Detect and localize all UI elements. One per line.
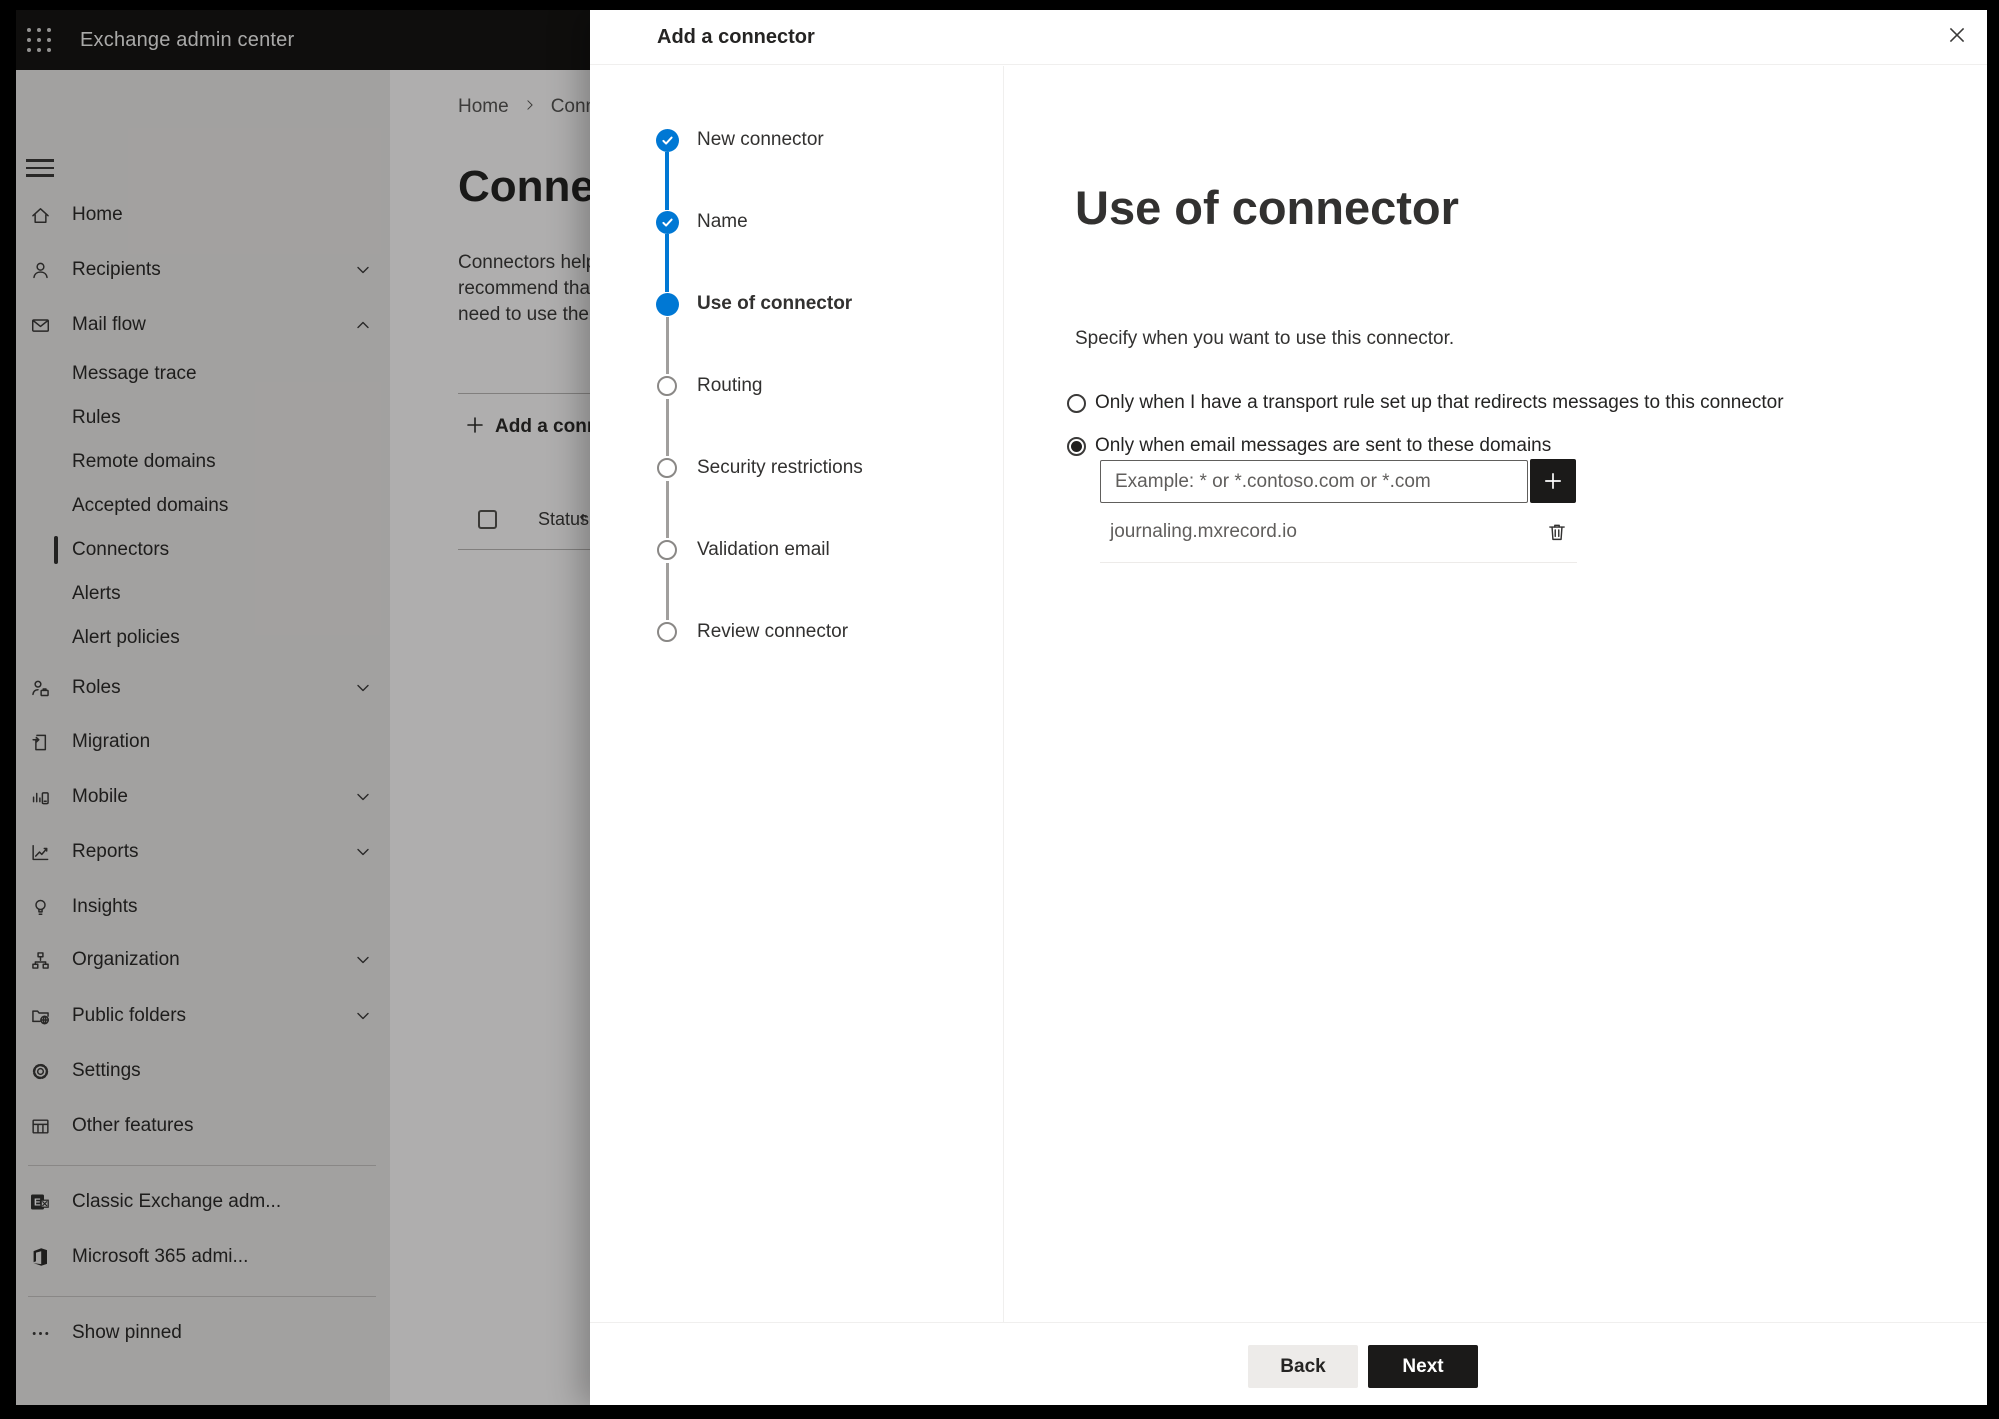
- step-connector-line: [665, 234, 669, 292]
- wizard-step-name[interactable]: Name: [590, 204, 990, 240]
- step-label: Validation email: [697, 539, 830, 560]
- step-circle-icon: [657, 540, 677, 560]
- wizard-step-review-connector[interactable]: Review connector: [590, 614, 990, 650]
- radio-label: Only when email messages are sent to the…: [1095, 435, 1552, 456]
- wizard-step-validation-email[interactable]: Validation email: [590, 532, 990, 568]
- step-label: Name: [697, 211, 748, 232]
- step-check-icon: [656, 210, 679, 234]
- step-label: Security restrictions: [697, 457, 863, 478]
- step-connector-line: [666, 399, 669, 456]
- domain-input[interactable]: [1100, 460, 1528, 503]
- radio-option-email-domains[interactable]: Only when email messages are sent to the…: [1067, 428, 1551, 464]
- wizard-step-use-of-connector[interactable]: Use of connector: [590, 286, 990, 322]
- domain-list-item: journaling.mxrecord.io: [1100, 514, 1577, 550]
- step-circle-icon: [657, 458, 677, 478]
- wizard-step-security-restrictions[interactable]: Security restrictions: [590, 450, 990, 486]
- step-connector-line: [666, 563, 669, 620]
- pane-heading: Use of connector: [1075, 181, 1459, 234]
- next-button[interactable]: Next: [1368, 1345, 1478, 1388]
- step-circle-icon: [657, 622, 677, 642]
- add-domain-button[interactable]: [1530, 459, 1576, 503]
- app-viewport: Exchange admin center Home Recipients Ma…: [16, 10, 1987, 1405]
- close-icon[interactable]: [1937, 15, 1977, 55]
- radio-label: Only when I have a transport rule set up…: [1095, 392, 1784, 413]
- trash-icon[interactable]: [1546, 521, 1568, 543]
- step-connector-line: [666, 317, 669, 374]
- step-connector-line: [666, 481, 669, 538]
- wizard-step-routing[interactable]: Routing: [590, 368, 990, 404]
- step-current-icon: [656, 292, 679, 316]
- wizard-content-divider: [1003, 66, 1004, 1322]
- domain-value: journaling.mxrecord.io: [1110, 521, 1297, 542]
- add-connector-dialog: Add a connector New connector Name Use o…: [590, 10, 1987, 1405]
- radio-option-transport-rule[interactable]: Only when I have a transport rule set up…: [1067, 385, 1784, 421]
- footer-divider: [590, 1322, 1987, 1323]
- step-label: New connector: [697, 129, 824, 150]
- domain-row-divider: [1100, 562, 1577, 563]
- radio-icon[interactable]: [1067, 393, 1086, 413]
- step-circle-icon: [657, 376, 677, 396]
- step-label: Routing: [697, 375, 763, 396]
- dialog-title: Add a connector: [657, 25, 815, 48]
- step-label: Review connector: [697, 621, 849, 642]
- radio-selected-icon[interactable]: [1067, 436, 1086, 456]
- back-button[interactable]: Back: [1248, 1345, 1358, 1388]
- step-connector-line: [665, 152, 669, 210]
- step-label: Use of connector: [697, 293, 853, 314]
- wizard-step-new-connector[interactable]: New connector: [590, 122, 990, 158]
- dialog-header: Add a connector: [590, 10, 1987, 65]
- step-check-icon: [656, 128, 679, 152]
- pane-description: Specify when you want to use this connec…: [1075, 328, 1455, 349]
